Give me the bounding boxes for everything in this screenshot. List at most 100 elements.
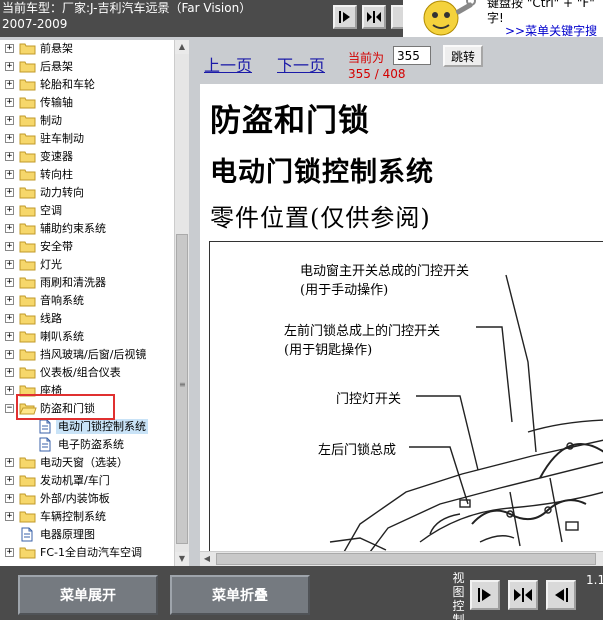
expand-toggle-icon[interactable]: +: [5, 98, 14, 107]
tree-folder-item[interactable]: + 仪表板/组合仪表: [0, 364, 174, 382]
tree-folder-item[interactable]: + 挡风玻璃/后窗/后视镜: [0, 346, 174, 364]
panel-splitter[interactable]: [189, 40, 200, 566]
folder-icon: [19, 275, 37, 293]
expand-toggle-icon[interactable]: +: [5, 170, 14, 179]
single-view-button[interactable]: [470, 580, 500, 610]
tree-folder-item[interactable]: + 雨刷和清洗器: [0, 274, 174, 292]
tree-item-label: 变速器: [40, 150, 73, 163]
tree-folder-item[interactable]: + 外部/内装饰板: [0, 490, 174, 508]
tree-scroll-thumb[interactable]: ≡: [176, 234, 188, 544]
expand-toggle-icon[interactable]: +: [5, 296, 14, 305]
tree-folder-item[interactable]: + 变速器: [0, 148, 174, 166]
tree-item-label: 喇叭系统: [40, 330, 84, 343]
expand-toggle-icon[interactable]: +: [5, 494, 14, 503]
jump-button[interactable]: 跳转: [443, 45, 483, 67]
tree-child-item[interactable]: 电动门锁控制系统: [0, 418, 174, 436]
collapse-menu-button[interactable]: 菜单折叠: [170, 575, 310, 615]
parts-location-diagram: 电动窗主开关总成的门控开关 (用于手动操作) 左前门锁总成上的门控开关 (用于钥…: [209, 241, 603, 551]
tree-folder-item[interactable]: + 车辆控制系统: [0, 508, 174, 526]
expand-toggle-icon[interactable]: +: [5, 332, 14, 341]
split-view-button[interactable]: [508, 580, 538, 610]
expand-menu-button[interactable]: 菜单展开: [18, 575, 158, 615]
header-bar: 当前车型：厂家:J-吉利汽车远景（Far Vision） 2007-2009 键…: [0, 0, 603, 37]
view-split-button[interactable]: [362, 5, 386, 29]
tree-folder-item[interactable]: + 制动: [0, 112, 174, 130]
expand-toggle-icon[interactable]: +: [5, 206, 14, 215]
tree-folder-item[interactable]: + 驻车制动: [0, 130, 174, 148]
expand-toggle-icon[interactable]: +: [5, 350, 14, 359]
tree-folder-item[interactable]: + 发动机罩/车门: [0, 472, 174, 490]
scroll-down-arrow-icon[interactable]: ▼: [175, 552, 189, 566]
tree-item-label: 电子防盗系统: [58, 438, 124, 451]
tree-folder-item[interactable]: + 辅助约束系统: [0, 220, 174, 238]
expand-toggle-icon[interactable]: +: [5, 278, 14, 287]
tree-folder-item[interactable]: + 安全带: [0, 238, 174, 256]
tree-folder-item[interactable]: 电器原理图: [0, 526, 174, 544]
expand-toggle-icon[interactable]: +: [5, 476, 14, 485]
tree-folder-item[interactable]: + 喇叭系统: [0, 328, 174, 346]
tree-folder-item[interactable]: + 后悬架: [0, 58, 174, 76]
document-horizontal-scrollbar[interactable]: ◀: [200, 551, 603, 566]
collapse-toggle-icon[interactable]: −: [5, 404, 14, 413]
tree-item-label: 挡风玻璃/后窗/后视镜: [40, 348, 147, 361]
diagram-label: 电动窗主开关总成的门控开关: [300, 264, 470, 279]
expand-toggle-icon[interactable]: +: [5, 62, 14, 71]
tree-item-label: 车辆控制系统: [40, 510, 106, 523]
expand-toggle-icon[interactable]: +: [5, 242, 14, 251]
tree-folder-item[interactable]: + 前悬架: [0, 40, 174, 58]
tree-item-label: 转向柱: [40, 168, 73, 181]
tree-folder-item[interactable]: + 电动天窗（选装）: [0, 454, 174, 472]
tree-item-label: 发动机罩/车门: [40, 474, 110, 487]
tree-folder-item[interactable]: + FC-1全自动汽车空调: [0, 544, 174, 562]
page-number-input[interactable]: [393, 46, 431, 65]
folder-icon: [19, 41, 37, 59]
expand-toggle-icon[interactable]: +: [5, 512, 14, 521]
tree-folder-item[interactable]: + 灯光: [0, 256, 174, 274]
expand-toggle-icon[interactable]: +: [5, 368, 14, 377]
menu-keyword-search-link[interactable]: >>菜单关键字搜: [505, 22, 597, 37]
expand-toggle-icon[interactable]: +: [5, 134, 14, 143]
tree-vertical-scrollbar[interactable]: ▲ ≡ ▼: [174, 40, 189, 566]
expand-toggle-icon[interactable]: +: [5, 44, 14, 53]
expand-toggle-icon[interactable]: +: [5, 80, 14, 89]
document-icon: [38, 437, 52, 455]
search-tip-panel: 键盘按 "Ctrl" + "F" 字! >>菜单关键字搜: [403, 0, 603, 37]
tree-folder-item[interactable]: + 轮胎和车轮: [0, 76, 174, 94]
expand-toggle-icon[interactable]: +: [5, 152, 14, 161]
diagram-label: (用于手动操作): [300, 283, 389, 298]
car-door-drawing: [329, 274, 603, 551]
expand-toggle-icon[interactable]: +: [5, 224, 14, 233]
tree-folder-item[interactable]: + 转向柱: [0, 166, 174, 184]
expand-toggle-icon[interactable]: +: [5, 116, 14, 125]
tree-item-label: 安全带: [40, 240, 73, 253]
tree-item-label: 驻车制动: [40, 132, 84, 145]
scroll-up-arrow-icon[interactable]: ▲: [175, 40, 189, 54]
expand-toggle-icon[interactable]: +: [5, 188, 14, 197]
tree-folder-item[interactable]: + 动力转向: [0, 184, 174, 202]
page-navigation: 上一页 下一页 当前为 跳转 355 / 408: [200, 40, 603, 84]
expand-toggle-icon[interactable]: +: [5, 260, 14, 269]
vehicle-year: 2007-2009: [2, 17, 68, 31]
diagram-label: 左后门锁总成: [318, 443, 397, 458]
scroll-left-arrow-icon[interactable]: ◀: [200, 552, 214, 566]
bottom-toolbar: 菜单展开 菜单折叠 视图控制 1.1: [0, 566, 603, 620]
tree-folder-item[interactable]: + 传输轴: [0, 94, 174, 112]
expand-toggle-icon[interactable]: +: [5, 314, 14, 323]
page-subtitle: 电动门锁控制系统: [210, 157, 434, 188]
mechanic-mascot-icon: [423, 0, 476, 36]
document-view-button[interactable]: [546, 580, 576, 610]
diagram-label: 门控灯开关: [336, 392, 402, 407]
folder-icon: [19, 113, 37, 131]
next-page-link[interactable]: 下一页: [277, 52, 325, 76]
expand-toggle-icon[interactable]: +: [5, 548, 14, 557]
tree-folder-item[interactable]: + 空调: [0, 202, 174, 220]
document-scroll-thumb[interactable]: [216, 553, 596, 565]
expand-toggle-icon[interactable]: +: [5, 458, 14, 467]
prev-page-link[interactable]: 上一页: [204, 52, 252, 76]
tree-folder-item[interactable]: + 音响系统: [0, 292, 174, 310]
expand-toggle-icon[interactable]: +: [5, 386, 14, 395]
tree-child-item[interactable]: 电子防盗系统: [0, 436, 174, 454]
tree-folder-item[interactable]: + 线路: [0, 310, 174, 328]
view-single-button[interactable]: [333, 5, 357, 29]
folder-icon: [19, 77, 37, 95]
